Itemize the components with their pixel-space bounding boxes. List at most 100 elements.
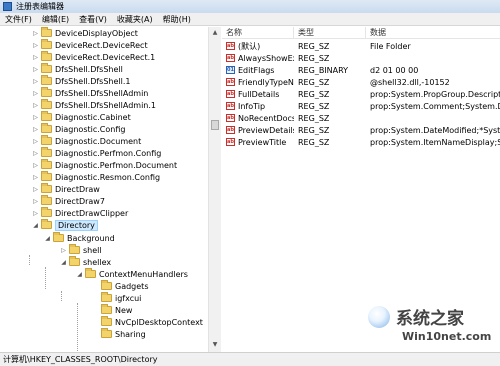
expand-arrow-icon[interactable]: ▷ [32,162,39,169]
tree-node-label: DeviceDisplayObject [55,28,138,38]
tree-node-label: Diagnostic.Perfmon.Config [55,148,162,158]
tree-node[interactable]: ▷ shell [60,244,102,256]
tree-node[interactable]: ◢ ContextMenuHandlers [76,268,188,280]
folder-icon [101,304,112,314]
scroll-up-arrow-icon[interactable]: ▲ [211,29,219,37]
scroll-thumb[interactable] [211,120,219,130]
registry-tree[interactable]: ▷ DeviceDisplayObject ▷ DeviceRect.Devic… [0,27,221,352]
expand-arrow-icon[interactable]: ▷ [32,66,39,73]
tree-node[interactable]: ▷ DeviceDisplayObject [32,27,138,39]
value-row[interactable]: ab PreviewTitle REG_SZ prop:System.ItemNa… [222,136,500,148]
value-row[interactable]: ab PreviewDetails REG_SZ prop:System.Date… [222,124,500,136]
tree-node[interactable]: ▷ Diagnostic.Perfmon.Config [32,147,161,159]
string-value-icon: ab [226,126,235,134]
expand-arrow-icon[interactable]: ▷ [60,247,67,254]
value-row[interactable]: 01 EditFlags REG_BINARY d2 01 00 00 [222,64,500,76]
expand-arrow-icon[interactable]: ▷ [32,198,39,205]
expand-arrow-icon[interactable]: ▷ [32,42,39,49]
menu-bar: 文件(F) 编辑(E) 查看(V) 收藏夹(A) 帮助(H) [0,13,500,26]
tree-guide-line [45,267,46,289]
tree-node[interactable]: ▷ DirectDraw [32,183,100,195]
expand-arrow-icon[interactable]: ▷ [32,114,39,121]
value-type: REG_SZ [298,101,330,111]
menu-favorites[interactable]: 收藏夹(A) [112,13,158,26]
folder-icon [41,87,52,97]
tree-node-directory[interactable]: ◢ Directory [32,219,98,231]
menu-file[interactable]: 文件(F) [0,13,37,26]
column-header-name[interactable]: 名称 [222,27,294,38]
expand-arrow-icon[interactable]: ▷ [32,90,39,97]
tree-node[interactable]: ◢ Background [44,232,115,244]
tree-node[interactable]: ▷ Diagnostic.Perfmon.Document [32,159,177,171]
value-row[interactable]: abAlwaysShowExt REG_SZ [222,52,500,64]
expand-arrow-icon[interactable]: ▷ [32,78,39,85]
menu-help[interactable]: 帮助(H) [158,13,196,26]
tree-node-label: DirectDraw7 [55,196,105,206]
tree-node[interactable]: NvCplDesktopContext [92,316,203,328]
tree-node-label: shell [83,245,102,255]
folder-icon [41,99,52,109]
folder-icon [41,27,52,37]
folder-open-icon [41,219,52,229]
column-header-data[interactable]: 数据 [366,27,500,38]
tree-guide-line [77,303,78,352]
tree-node[interactable]: ▷ DirectDraw7 [32,195,105,207]
folder-icon [41,207,52,217]
tree-node[interactable]: ▷ Diagnostic.Document [32,135,141,147]
collapse-arrow-icon[interactable]: ◢ [32,222,39,229]
tree-node[interactable]: ▷ DfsShell.DfsShellAdmin [32,87,148,99]
menu-edit[interactable]: 编辑(E) [37,13,74,26]
tree-node-label: ContextMenuHandlers [99,269,188,279]
tree-node[interactable]: ▷ Diagnostic.Resmon.Config [32,171,160,183]
string-value-icon: ab [226,102,235,110]
status-bar: 计算机\HKEY_CLASSES_ROOT\Directory [0,352,500,366]
expand-arrow-icon[interactable]: ▷ [32,126,39,133]
tree-node-label: New [115,305,133,315]
expand-arrow-icon[interactable]: ▷ [32,138,39,145]
collapse-arrow-icon[interactable]: ◢ [44,235,51,242]
value-data: prop:System.DateModified;*System.S [370,125,500,135]
value-name: NoRecentDocs [237,113,294,123]
tree-node[interactable]: Gadgets [92,280,148,292]
collapse-arrow-icon[interactable]: ◢ [76,271,83,278]
folder-icon [101,316,112,326]
tree-node[interactable]: ▷ DfsShell.DfsShell [32,63,123,75]
tree-node[interactable]: ▷ DeviceRect.DeviceRect.1 [32,51,155,63]
value-data: prop:System.Comment;System.DateC [370,101,500,111]
tree-node[interactable]: New [92,304,132,316]
expand-arrow-icon[interactable]: ▷ [32,174,39,181]
tree-node-label: DfsShell.DfsShell [55,64,123,74]
tree-node[interactable]: ▷ Diagnostic.Cabinet [32,111,131,123]
expand-arrow-icon[interactable]: ▷ [32,186,39,193]
folder-icon [69,244,80,254]
value-row[interactable]: ab NoRecentDocs REG_SZ [222,112,500,124]
expand-arrow-icon[interactable]: ▷ [32,30,39,37]
expand-arrow-icon[interactable]: ▷ [32,150,39,157]
tree-node-label: Directory [55,219,98,231]
menu-view[interactable]: 查看(V) [74,13,112,26]
tree-node[interactable]: ▷ DeviceRect.DeviceRect [32,39,148,51]
tree-node[interactable]: Sharing [92,328,146,340]
tree-scrollbar[interactable]: ▲ ▼ [208,27,221,352]
value-row[interactable]: abFriendlyTypeN... REG_SZ @shell32.dll,-… [222,76,500,88]
tree-node[interactable]: ▷ DfsShell.DfsShellAdmin.1 [32,99,156,111]
value-name: PreviewDetails [237,125,294,135]
value-row[interactable]: ab (默认) REG_SZ File Folder [222,40,500,52]
value-row[interactable]: ab InfoTip REG_SZ prop:System.Comment;Sys… [222,100,500,112]
tree-node[interactable]: ▷ Diagnostic.Config [32,123,125,135]
watermark-subtitle: Win10net.com [402,330,492,343]
tree-node[interactable]: ▷ DirectDrawClipper [32,207,128,219]
collapse-arrow-icon[interactable]: ◢ [60,259,67,266]
tree-node[interactable]: ◢ shellex [60,256,111,268]
expand-arrow-icon[interactable]: ▷ [32,102,39,109]
folder-icon [101,280,112,290]
tree-guide-line [29,255,30,265]
scroll-down-arrow-icon[interactable]: ▼ [211,341,219,349]
tree-node[interactable]: ▷ DfsShell.DfsShell.1 [32,75,131,87]
column-header-type[interactable]: 类型 [294,27,366,38]
tree-node-label: shellex [83,257,112,267]
expand-arrow-icon[interactable]: ▷ [32,54,39,61]
tree-node[interactable]: igfxcui [92,292,141,304]
expand-arrow-icon[interactable]: ▷ [32,210,39,217]
value-row[interactable]: ab FullDetails REG_SZ prop:System.PropGro… [222,88,500,100]
